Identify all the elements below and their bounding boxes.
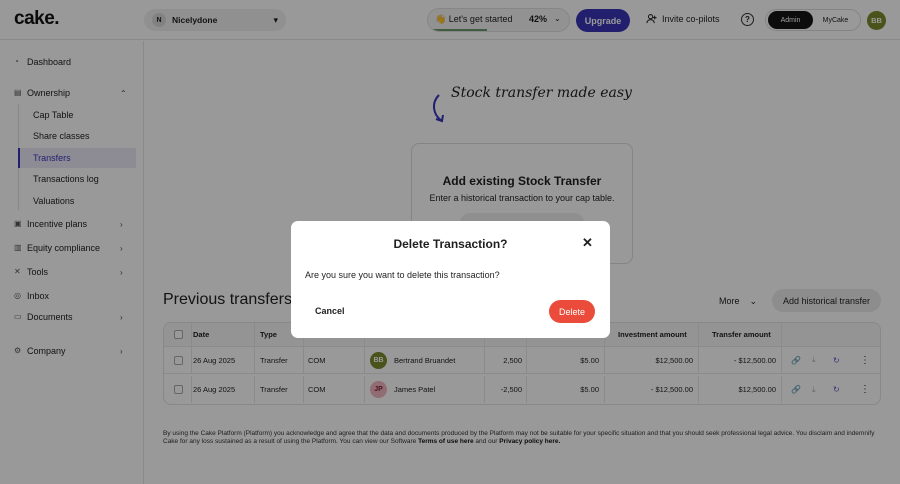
cancel-button[interactable]: Cancel	[315, 306, 345, 316]
close-icon[interactable]: ✕	[582, 235, 593, 251]
delete-dialog: Delete Transaction? ✕ Are you sure you w…	[291, 221, 610, 338]
dialog-message: Are you sure you want to delete this tra…	[305, 270, 500, 280]
dialog-title: Delete Transaction?	[393, 237, 508, 251]
delete-button[interactable]: Delete	[549, 300, 595, 323]
modal-backdrop[interactable]: Delete Transaction? ✕ Are you sure you w…	[0, 0, 900, 484]
